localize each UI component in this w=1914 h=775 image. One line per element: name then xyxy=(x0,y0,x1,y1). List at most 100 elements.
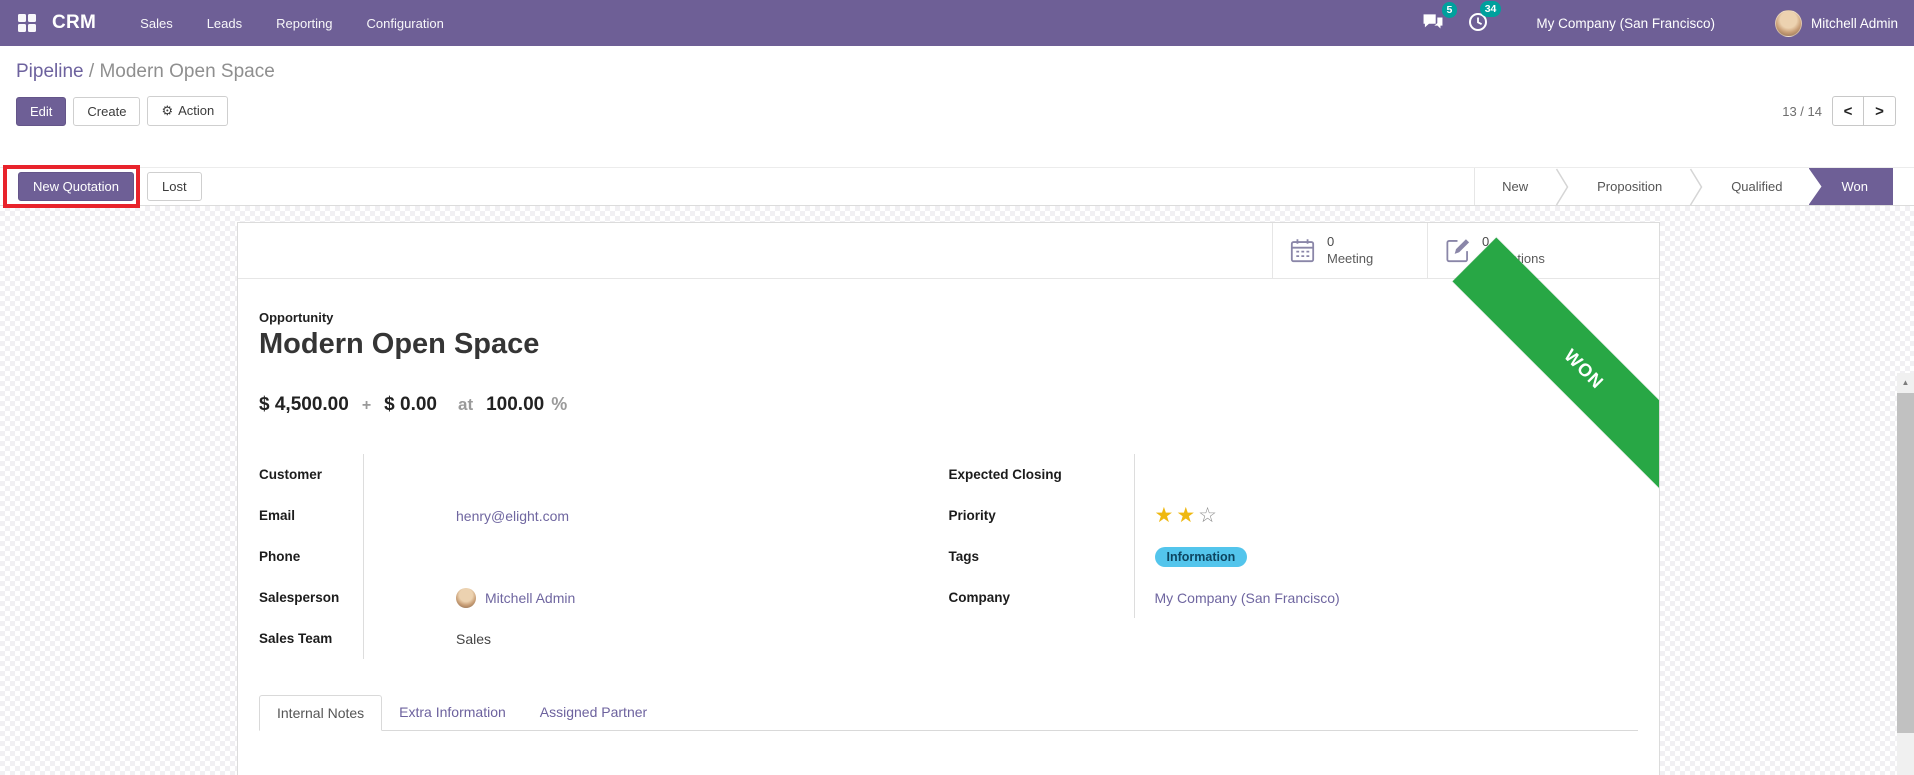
form-sheet: Opportunity Modern Open Space $ 4,500.00… xyxy=(238,310,1659,731)
edit-button[interactable]: Edit xyxy=(16,96,67,126)
field-label: Priority xyxy=(948,508,996,523)
control-panel: Pipeline / Modern Open Space Edit Create… xyxy=(0,46,1914,167)
field-value xyxy=(363,536,949,577)
notebook-tabs: Internal Notes Extra Information Assigne… xyxy=(259,695,1638,731)
calendar-icon xyxy=(1290,239,1315,263)
field-priority: Priority ★ ★ ☆ xyxy=(949,495,1639,536)
scrollbar-thumb[interactable] xyxy=(1897,393,1914,733)
field-value xyxy=(1133,454,1639,495)
field-label: Phone xyxy=(259,549,301,564)
field-sales-team: Sales Team Sales xyxy=(259,618,949,659)
chat-bubbles-icon xyxy=(1423,13,1443,28)
new-quotation-button[interactable]: New Quotation xyxy=(18,172,134,201)
record-type-label: Opportunity xyxy=(259,310,334,325)
plus-sign: + xyxy=(361,397,372,414)
salesperson-avatar xyxy=(456,587,476,608)
chevron-left-icon: < xyxy=(1843,102,1853,120)
vertical-scrollbar[interactable]: ▲ xyxy=(1897,373,1914,775)
activities-badge: 34 xyxy=(1479,0,1502,17)
field-company: Company My Company (San Francisco) xyxy=(949,577,1639,618)
chevron-right-icon: > xyxy=(1875,102,1884,120)
action-button[interactable]: ⚙ Action xyxy=(147,96,229,126)
breadcrumb-separator: / xyxy=(88,61,95,82)
stage-qualified[interactable]: Qualified xyxy=(1704,168,1810,205)
stage-new[interactable]: New xyxy=(1475,168,1556,205)
expected-revenue: $ 4,500.00 xyxy=(259,394,349,415)
meeting-button[interactable]: 0 Meeting xyxy=(1272,223,1427,278)
field-email: Email henry@elight.com xyxy=(259,495,949,536)
messages-button[interactable]: 5 xyxy=(1420,1,1458,36)
menu-sales[interactable]: Sales xyxy=(140,16,173,31)
field-salesperson: Salesperson Mitchell Admin xyxy=(259,577,949,618)
tab-assigned-partner[interactable]: Assigned Partner xyxy=(523,695,664,731)
menu-configuration[interactable]: Configuration xyxy=(367,16,444,31)
opportunity-card: 0 Meeting 0 Quotations WON Opportunity M… xyxy=(237,222,1660,775)
company-link[interactable]: My Company (San Francisco) xyxy=(1155,590,1340,606)
opportunity-title: Modern Open Space xyxy=(259,328,540,360)
field-customer: Customer xyxy=(259,454,949,495)
star-filled-icon[interactable]: ★ xyxy=(1176,505,1195,526)
probability-value: 100.00 xyxy=(486,394,545,415)
pager-prev-button[interactable]: < xyxy=(1832,96,1864,126)
pager: 13 / 14 < > xyxy=(1782,96,1896,126)
field-expected-closing: Expected Closing xyxy=(949,454,1639,495)
field-tags: Tags Information xyxy=(949,536,1639,577)
create-button[interactable]: Create xyxy=(73,96,141,126)
field-groups: Customer Email henry@elight.com Phone Sa… xyxy=(259,454,1638,659)
stage-proposition[interactable]: Proposition xyxy=(1570,168,1690,205)
field-label: Email xyxy=(259,508,296,523)
tab-internal-notes[interactable]: Internal Notes xyxy=(259,695,383,731)
salesperson-link[interactable]: Mitchell Admin xyxy=(485,590,575,606)
messages-badge: 5 xyxy=(1441,1,1458,18)
tab-extra-information[interactable]: Extra Information xyxy=(382,695,523,731)
quotations-button[interactable]: 0 Quotations xyxy=(1427,223,1659,278)
stage-won[interactable]: Won xyxy=(1808,168,1893,205)
pager-next-button[interactable]: > xyxy=(1864,96,1896,126)
field-label: Sales Team xyxy=(259,631,333,646)
email-link[interactable]: henry@elight.com xyxy=(456,508,569,524)
activities-button[interactable]: 34 xyxy=(1466,0,1502,37)
at-label: at xyxy=(457,395,474,414)
left-field-group: Customer Email henry@elight.com Phone Sa… xyxy=(259,454,949,659)
field-label: Tags xyxy=(948,549,980,564)
menu-reporting[interactable]: Reporting xyxy=(276,16,332,31)
app-name[interactable]: CRM xyxy=(52,12,96,34)
field-label: Expected Closing xyxy=(948,467,1062,482)
recurring-revenue: $ 0.00 xyxy=(384,394,437,415)
navbar-right: 5 34 My Company (San Francisco) Mitchell… xyxy=(1420,0,1898,37)
field-label: Salesperson xyxy=(259,590,340,605)
field-phone: Phone xyxy=(259,536,949,577)
field-value xyxy=(363,454,949,495)
form-view: 0 Meeting 0 Quotations WON Opportunity M… xyxy=(0,206,1914,775)
field-label: Company xyxy=(948,590,1011,605)
revenue-line: $ 4,500.00 + $ 0.00 at 100.00 % xyxy=(259,394,1638,416)
menu-leads[interactable]: Leads xyxy=(207,16,242,31)
field-value: Sales xyxy=(363,618,949,659)
meeting-count: 0 xyxy=(1327,234,1335,250)
control-panel-buttons: Edit Create ⚙ Action 13 / 14 < > xyxy=(16,96,1898,126)
user-avatar xyxy=(1774,9,1802,37)
pencil-square-icon xyxy=(1446,239,1470,263)
field-label: Customer xyxy=(259,467,323,482)
stage-separator-icon xyxy=(1689,168,1704,205)
stage-bar: New Proposition Qualified Won xyxy=(1474,168,1893,205)
user-menu[interactable]: Mitchell Admin xyxy=(1774,9,1898,37)
star-empty-icon[interactable]: ☆ xyxy=(1198,505,1217,526)
tag-information[interactable]: Information xyxy=(1154,546,1248,567)
lost-button[interactable]: Lost xyxy=(147,172,202,201)
percent-sign: % xyxy=(551,394,568,414)
star-filled-icon[interactable]: ★ xyxy=(1155,505,1174,526)
company-switcher[interactable]: My Company (San Francisco) xyxy=(1536,16,1715,31)
gear-icon: ⚙ xyxy=(161,103,174,118)
user-name: Mitchell Admin xyxy=(1810,15,1898,31)
apps-grid-icon[interactable] xyxy=(18,14,36,32)
statusbar: New Quotation Lost New Proposition Quali… xyxy=(0,165,1914,208)
breadcrumb: Pipeline / Modern Open Space xyxy=(16,61,1898,83)
button-box: 0 Meeting 0 Quotations xyxy=(238,223,1659,279)
stage-separator-icon xyxy=(1555,168,1570,205)
right-field-group: Expected Closing Priority ★ ★ ☆ Tags Inf… xyxy=(949,454,1639,659)
top-navbar: CRM Sales Leads Reporting Configuration … xyxy=(0,0,1914,46)
scroll-up-arrow-icon[interactable]: ▲ xyxy=(1897,373,1914,391)
meeting-label: Meeting xyxy=(1327,250,1374,266)
breadcrumb-pipeline[interactable]: Pipeline xyxy=(16,61,84,82)
